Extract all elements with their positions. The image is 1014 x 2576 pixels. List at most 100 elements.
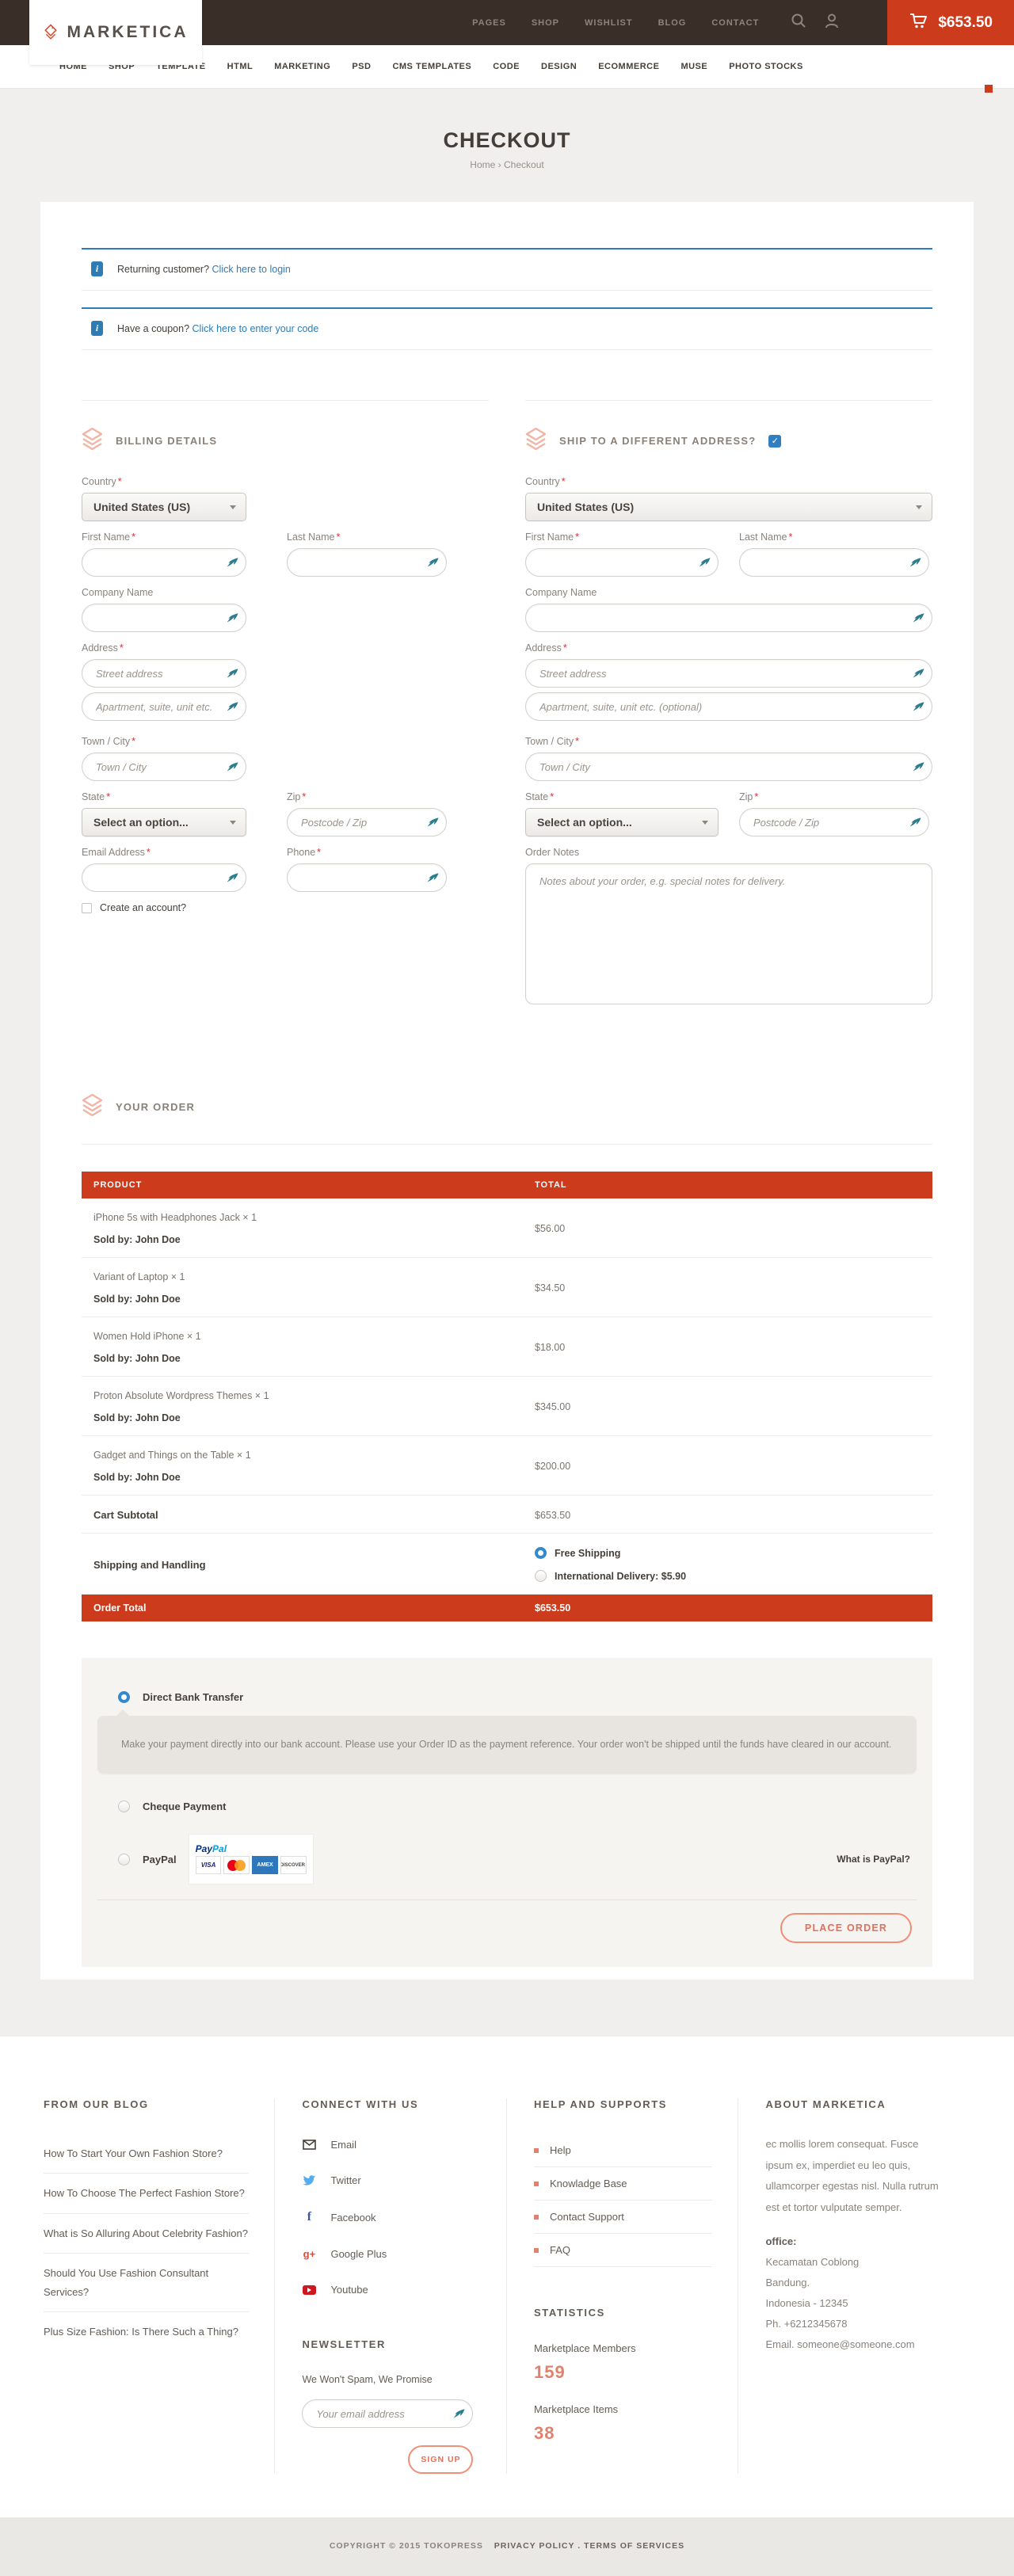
subnav-design[interactable]: DESIGN [541, 62, 577, 71]
login-link[interactable]: Click here to login [212, 264, 291, 275]
required-mark: * [562, 476, 566, 487]
blog-post-link[interactable]: How To Choose The Perfect Fashion Store? [44, 2174, 249, 2213]
billing-zip-input[interactable] [287, 808, 447, 836]
autofill-gazelle-icon[interactable] [913, 613, 924, 623]
autofill-gazelle-icon[interactable] [227, 702, 238, 712]
shipping-company-input[interactable] [525, 604, 932, 632]
coupon-link[interactable]: Click here to enter your code [193, 323, 319, 334]
topnav-contact[interactable]: CONTACT [711, 18, 759, 28]
billing-last-name-input[interactable] [287, 548, 447, 577]
help-link[interactable]: FAQ [534, 2234, 713, 2267]
shipping-zip-input[interactable] [739, 808, 929, 836]
billing-apartment-input[interactable] [82, 692, 246, 721]
connect-gplus-link[interactable]: g+ Google Plus [302, 2243, 481, 2279]
autofill-gazelle-icon[interactable] [227, 558, 238, 568]
blog-post-link[interactable]: How To Start Your Own Fashion Store? [44, 2134, 249, 2174]
shipping-country-select[interactable]: United States (US) [525, 493, 932, 521]
subtotal-label: Cart Subtotal [82, 1509, 535, 1521]
billing-town-input[interactable] [82, 753, 246, 781]
ship-different-checkbox[interactable]: ✓ [768, 435, 781, 448]
paypal-logo: PayPal [196, 1844, 307, 1854]
autofill-gazelle-icon[interactable] [909, 558, 921, 568]
shipping-town-input[interactable] [525, 753, 932, 781]
help-link[interactable]: Knowladge Base [534, 2167, 713, 2201]
autofill-gazelle-icon[interactable] [427, 873, 439, 883]
subnav-cms-templates[interactable]: CMS TEMPLATES [392, 62, 471, 71]
billing-company-input[interactable] [82, 604, 246, 632]
help-link[interactable]: Help [534, 2134, 713, 2167]
connect-twitter-link[interactable]: Twitter [302, 2170, 481, 2205]
connect-facebook-link[interactable]: f Facebook [302, 2205, 481, 2243]
search-icon[interactable] [791, 13, 806, 32]
subnav-code[interactable]: CODE [493, 62, 520, 71]
subnav-html[interactable]: HTML [227, 62, 254, 71]
cheque-radio[interactable] [118, 1801, 130, 1812]
free-shipping-radio[interactable] [535, 1547, 547, 1559]
place-order-button[interactable]: PLACE ORDER [780, 1913, 912, 1943]
autofill-gazelle-icon[interactable] [227, 762, 238, 772]
blog-post-link[interactable]: Should You Use Fashion Consultant Servic… [44, 2254, 249, 2312]
autofill-gazelle-icon[interactable] [227, 613, 238, 623]
connect-youtube-link[interactable]: Youtube [302, 2279, 481, 2315]
shipping-street-input[interactable] [525, 659, 932, 688]
order-notes-textarea[interactable] [525, 863, 932, 1004]
newsletter-email-input[interactable] [302, 2399, 473, 2428]
shipping-country-value: United States (US) [537, 501, 634, 513]
billing-zip-label: Zip* [287, 791, 447, 802]
what-is-paypal-link[interactable]: What is PayPal? [837, 1854, 917, 1865]
autofill-gazelle-icon[interactable] [427, 817, 439, 828]
billing-phone-input[interactable] [287, 863, 447, 892]
autofill-gazelle-icon[interactable] [913, 762, 924, 772]
billing-email-input[interactable] [82, 863, 246, 892]
billing-street-input[interactable] [82, 659, 246, 688]
breadcrumb-home[interactable]: Home [470, 159, 495, 170]
autofill-gazelle-icon[interactable] [909, 817, 921, 828]
brand-logo[interactable]: MARKETICA [29, 0, 202, 65]
product-name: Proton Absolute Wordpress Themes × 1 [93, 1390, 535, 1401]
autofill-gazelle-icon[interactable] [427, 558, 439, 568]
order-heading: YOUR ORDER [116, 1101, 195, 1113]
billing-first-name-input[interactable] [82, 548, 246, 577]
top-bar: MARKETICA PAGES SHOP WISHLIST BLOG CONTA… [0, 0, 1014, 45]
topnav-wishlist[interactable]: WISHLIST [585, 18, 633, 28]
shipping-state-select[interactable]: Select an option... [525, 808, 719, 836]
legal-links[interactable]: PRIVACY POLICY . TERMS OF SERVICES [494, 2541, 684, 2551]
autofill-gazelle-icon[interactable] [699, 558, 711, 568]
billing-state-select[interactable]: Select an option... [82, 808, 246, 836]
topnav-blog[interactable]: BLOG [658, 18, 687, 28]
order-row: Women Hold iPhone × 1 Sold by: John Doe … [82, 1317, 932, 1377]
cart-total: $653.50 [938, 14, 993, 32]
shipping-apartment-input[interactable] [525, 692, 932, 721]
autofill-gazelle-icon[interactable] [227, 873, 238, 883]
subnav-psd[interactable]: PSD [352, 62, 371, 71]
paypal-option: PayPal PayPal VISA AMEX DISCOVER What is… [97, 1835, 917, 1884]
product-name: Gadget and Things on the Table × 1 [93, 1450, 535, 1461]
billing-country-select[interactable]: United States (US) [82, 493, 246, 521]
required-mark: * [563, 642, 567, 654]
signup-button[interactable]: SIGN UP [408, 2445, 473, 2474]
cart-button[interactable]: $653.50 [887, 0, 1014, 45]
autofill-gazelle-icon[interactable] [453, 2409, 465, 2419]
intl-shipping-radio[interactable] [535, 1570, 547, 1582]
shipping-last-name-input[interactable] [739, 548, 929, 577]
subnav-marketing[interactable]: MARKETING [274, 62, 330, 71]
shipping-first-name-input[interactable] [525, 548, 719, 577]
create-account-checkbox[interactable] [82, 903, 92, 913]
shipping-company-label: Company Name [525, 587, 932, 598]
subnav-photo-stocks[interactable]: PHOTO STOCKS [729, 62, 803, 71]
blog-post-link[interactable]: What is So Alluring About Celebrity Fash… [44, 2214, 249, 2254]
paypal-radio[interactable] [118, 1854, 130, 1865]
subnav-muse[interactable]: MUSE [680, 62, 707, 71]
blog-post-link[interactable]: Plus Size Fashion: Is There Such a Thing… [44, 2312, 249, 2351]
bank-transfer-radio[interactable] [118, 1691, 130, 1703]
order-table-header: PRODUCT TOTAL [82, 1172, 932, 1198]
subnav-ecommerce[interactable]: ECOMMERCE [598, 62, 659, 71]
topnav-shop[interactable]: SHOP [532, 18, 559, 28]
connect-email-link[interactable]: Email [302, 2134, 481, 2170]
autofill-gazelle-icon[interactable] [913, 669, 924, 679]
autofill-gazelle-icon[interactable] [227, 669, 238, 679]
account-icon[interactable] [824, 13, 840, 32]
help-link[interactable]: Contact Support [534, 2201, 713, 2234]
topnav-pages[interactable]: PAGES [472, 18, 506, 28]
autofill-gazelle-icon[interactable] [913, 702, 924, 712]
